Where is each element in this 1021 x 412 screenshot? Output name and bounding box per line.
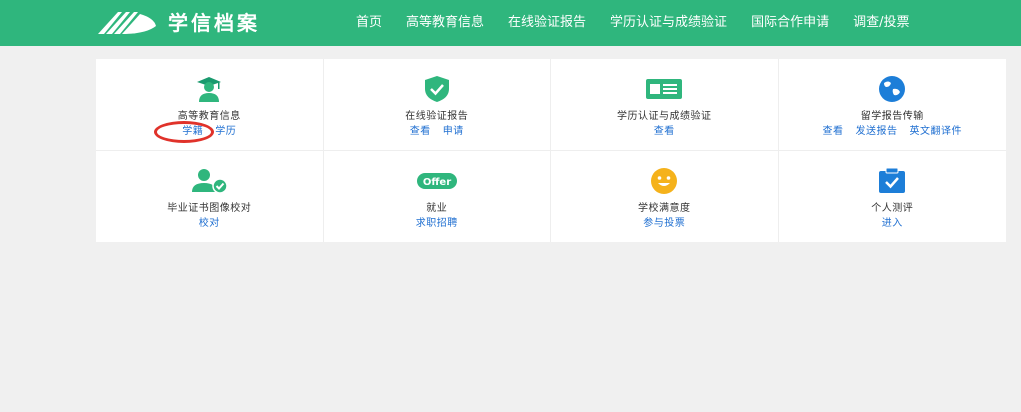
card-study-abroad-transfer: 留学报告传输 查看 发送报告 英文翻译件 — [778, 59, 1006, 151]
card-title: 毕业证书图像校对 — [167, 202, 252, 214]
link-english-translation[interactable]: 英文翻译件 — [910, 126, 963, 138]
link-proofread[interactable]: 校对 — [199, 218, 220, 230]
services-panel: 高等教育信息 学籍 学历 在线验证报告 查看 申请 学历认证与成绩验证 查看 留… — [96, 59, 1006, 242]
link-enter[interactable]: 进入 — [882, 218, 903, 230]
nav-higher-education[interactable]: 高等教育信息 — [406, 14, 484, 32]
card-title: 学校满意度 — [638, 202, 691, 214]
nav-survey[interactable]: 调查/投票 — [853, 14, 909, 32]
globe-icon — [878, 75, 906, 103]
link-view[interactable]: 查看 — [823, 126, 844, 138]
link-student-status[interactable]: 学籍 — [182, 126, 203, 138]
card-title: 高等教育信息 — [177, 111, 241, 122]
smiley-icon — [650, 167, 678, 195]
card-degree-certification: 学历认证与成绩验证 查看 — [551, 59, 779, 151]
card-title: 学历认证与成绩验证 — [617, 111, 712, 122]
card-certificate-proofread: 毕业证书图像校对 校对 — [96, 150, 324, 242]
link-job-search[interactable]: 求职招聘 — [416, 218, 458, 230]
top-header: 学信档案 首页 高等教育信息 在线验证报告 学历认证与成绩验证 国际合作申请 调… — [0, 0, 1021, 46]
user-check-icon — [190, 167, 228, 195]
nav-international[interactable]: 国际合作申请 — [751, 14, 829, 32]
link-send-report[interactable]: 发送报告 — [856, 126, 898, 138]
clipboard-check-icon — [877, 167, 907, 195]
card-title: 留学报告传输 — [860, 111, 924, 122]
card-personal-assessment: 个人测评 进入 — [779, 151, 1007, 243]
card-title: 在线验证报告 — [405, 111, 469, 122]
link-view[interactable]: 查看 — [410, 126, 431, 138]
card-school-satisfaction: 学校满意度 参与投票 — [551, 150, 779, 242]
nav-degree-certification[interactable]: 学历认证与成绩验证 — [610, 14, 727, 32]
nav-online-verification[interactable]: 在线验证报告 — [508, 14, 586, 32]
shield-check-icon — [423, 75, 451, 103]
id-card-icon — [645, 75, 683, 103]
link-apply[interactable]: 申请 — [443, 126, 464, 138]
graduate-icon — [194, 75, 224, 103]
link-view[interactable]: 查看 — [654, 126, 675, 138]
card-higher-education: 高等教育信息 学籍 学历 — [96, 59, 324, 151]
brand-title[interactable]: 学信档案 — [168, 9, 260, 37]
offer-icon-text: Offer — [423, 177, 451, 188]
card-employment: Offer 就业 求职招聘 — [324, 150, 551, 242]
main-nav: 首页 高等教育信息 在线验证报告 学历认证与成绩验证 国际合作申请 调查/投票 — [356, 14, 909, 32]
card-online-verification: 在线验证报告 查看 申请 — [323, 59, 551, 151]
link-degree[interactable]: 学历 — [215, 126, 236, 138]
link-vote[interactable]: 参与投票 — [643, 218, 685, 230]
logo-icon[interactable] — [96, 8, 158, 36]
nav-home[interactable]: 首页 — [356, 14, 382, 32]
card-title: 个人测评 — [871, 202, 914, 214]
card-title: 就业 — [426, 202, 448, 214]
offer-icon: Offer — [416, 167, 458, 195]
